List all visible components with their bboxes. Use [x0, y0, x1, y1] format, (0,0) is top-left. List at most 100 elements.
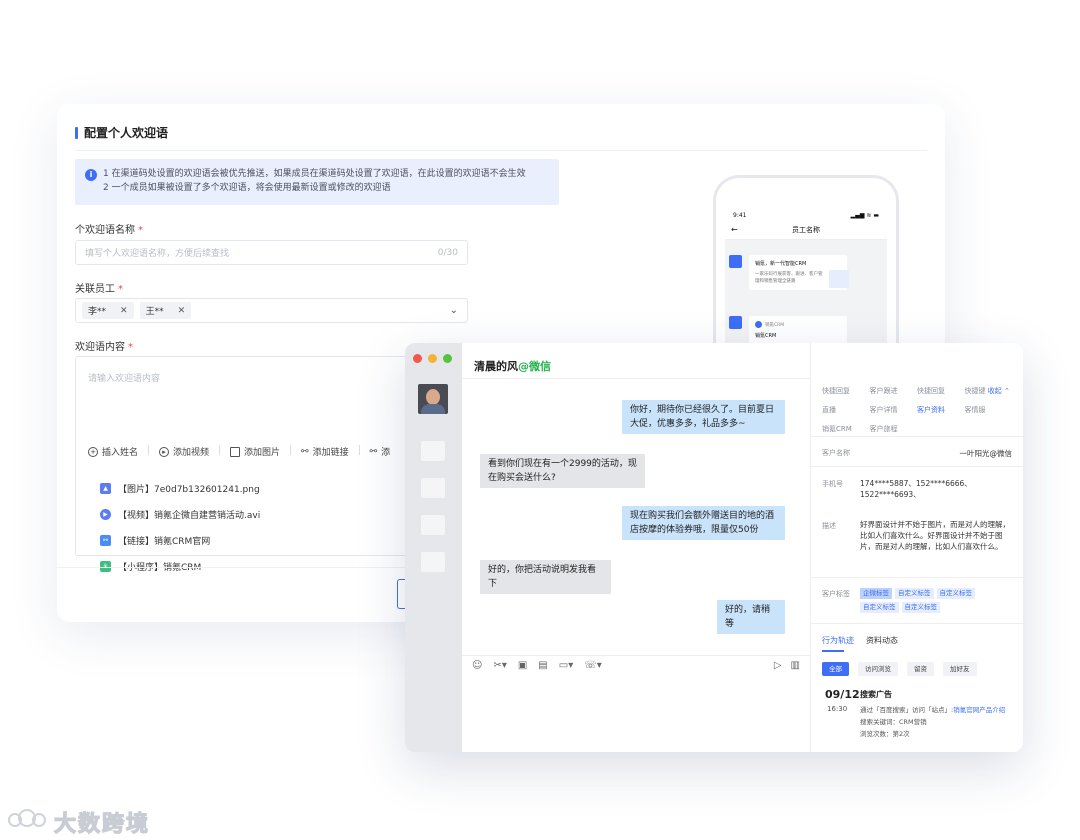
required-mark: *: [118, 284, 123, 295]
timeline-keyword: 搜索关键词：CRM营销: [860, 718, 927, 726]
staff-tag: 王** ✕: [139, 302, 192, 319]
customer-tag[interactable]: 企微标签: [860, 588, 892, 599]
quick-tab[interactable]: 客户跟进: [870, 386, 918, 396]
customer-tag[interactable]: 自定义标签: [936, 588, 975, 599]
close-window-button[interactable]: [413, 354, 422, 363]
customer-name-key: 客户名称: [822, 449, 850, 457]
phone-value: 174****5887、152****6666、1522****6693、: [860, 479, 972, 499]
quick-tab[interactable]: 快捷回复: [822, 386, 870, 396]
filter-chip[interactable]: 留资: [907, 662, 934, 676]
required-mark: *: [128, 342, 133, 353]
sidebar-item[interactable]: [421, 478, 445, 498]
back-arrow-icon[interactable]: ←: [731, 225, 738, 234]
panel-toggle-icon[interactable]: ▥: [791, 660, 800, 671]
maximize-window-button[interactable]: [443, 354, 452, 363]
image-icon[interactable]: ▣: [518, 660, 527, 671]
contact-source: @微信: [518, 360, 551, 373]
stage: 配置个人欢迎语 i 1 在渠道码处设置的欢迎语会被优先推送，如果成员在渠道码处设…: [0, 0, 1080, 840]
play-icon: ▸: [159, 446, 170, 457]
timeline-detail-text: 通过「百度搜索」访问「站点」:: [860, 706, 954, 714]
attachment-list: ▲ 【图片】7e0d7b132601241.png ▶ 【视频】销氪企微自建营销活动…: [100, 475, 260, 579]
toolbar-separator: [219, 445, 221, 455]
phone-key: 手机号: [822, 480, 843, 488]
add-more-button[interactable]: ⚯ 添: [369, 445, 391, 459]
insert-name-button[interactable]: + 插入姓名: [88, 445, 138, 458]
phone-status-bar: 9:41 ▂▄▆ ≋ ▬: [725, 210, 887, 220]
link-card-desc: 一家乐码行展获客、跟进、客户管理和销售管理全链路: [755, 272, 823, 284]
file-icon[interactable]: ▤: [538, 660, 547, 671]
quick-tab[interactable]: 客户旅程: [870, 424, 918, 434]
staff-label-text: 关联员工: [75, 284, 115, 295]
staff-select[interactable]: 李** ✕ 王** ✕ ⌄: [75, 298, 468, 323]
attachment-label: 【视频】销氪企微自建营销活动.avi: [118, 510, 261, 521]
name-counter: 0/30: [437, 247, 458, 258]
attachment-item[interactable]: ▲ 【图片】7e0d7b132601241.png: [100, 475, 260, 501]
welcome-name-input[interactable]: 填写个人欢迎语名称，方便后续查找 0/30: [75, 240, 468, 265]
chat-bubble-outgoing: 现在购买我们会额外赠送目的地的酒店按摩的体验券哦，限量仅50份: [622, 506, 785, 540]
quick-tab[interactable]: 客户详情: [870, 405, 918, 415]
staff-label: 关联员工 *: [75, 280, 123, 295]
phone-time: 9:41: [733, 211, 747, 219]
chevron-down-icon[interactable]: ⌄: [450, 305, 458, 316]
name-label-text: 个欢迎语名称: [75, 225, 135, 236]
active-tab-indicator: [822, 650, 844, 652]
add-image-button[interactable]: 添加图片: [230, 445, 280, 458]
attachment-item[interactable]: ⚯ 【链接】销氪CRM官网: [100, 527, 260, 553]
attachment-label: 【小程序】销氪CRM: [118, 560, 201, 573]
quick-tab[interactable]: 快捷回复: [917, 386, 965, 396]
divider: [811, 436, 1023, 437]
add-video-button[interactable]: ▸ 添加视频: [159, 445, 209, 458]
input-toolbar: ☺ ✂▾ ▣ ▤ ▭▾ ☏▾: [472, 660, 613, 671]
add-video-label: 添加视频: [173, 448, 210, 458]
close-icon[interactable]: ✕: [178, 306, 186, 316]
emoji-icon[interactable]: ☺: [472, 660, 482, 671]
attachment-item[interactable]: ▶ 【视频】销氪企微自建营销活动.avi: [100, 501, 260, 527]
customer-tag[interactable]: 自定义标签: [860, 602, 899, 613]
notice-banner: i 1 在渠道码处设置的欢迎语会被优先推送，如果成员在渠道码处设置了欢迎语，在此…: [75, 159, 559, 205]
sidebar-item[interactable]: [421, 441, 445, 461]
quick-tab[interactable]: 销氪CRM: [822, 424, 870, 434]
tab-behavior[interactable]: 行为轨迹: [822, 635, 854, 646]
avatar[interactable]: [418, 384, 448, 414]
close-icon[interactable]: ✕: [120, 306, 128, 316]
scissors-icon[interactable]: ✂▾: [493, 660, 506, 671]
content-placeholder: 请输入欢迎语内容: [88, 374, 161, 384]
attachment-item[interactable]: ⚘ 【小程序】销氪CRM: [100, 553, 260, 579]
customer-tag[interactable]: 自定义标签: [895, 588, 934, 599]
filter-chip[interactable]: 加好友: [943, 662, 977, 676]
divider: [462, 655, 810, 656]
description-value: 好界面设计并不始于图片，而是对人的理解，比如人们喜欢什么。好界面设计并不始于图片…: [860, 520, 1010, 551]
screen-share-icon[interactable]: ▷: [774, 660, 782, 671]
section-header: 配置个人欢迎语: [75, 124, 168, 141]
phone-nav-bar: ← 员工名称: [725, 220, 887, 240]
divider: [811, 623, 1023, 624]
filter-chip-active[interactable]: 全部: [822, 662, 849, 676]
notice-line-1: 1 在渠道码处设置的欢迎语会被优先推送，如果成员在渠道码处设置了欢迎语，在此设置…: [103, 169, 526, 179]
link-card[interactable]: 销氪，新一代智能CRM 一家乐码行展获客、跟进、客户管理和销售管理全链路: [749, 255, 849, 290]
quick-tab[interactable]: 客情服: [965, 405, 1013, 415]
input-toolbar-right: ▷ ▥: [765, 660, 800, 671]
quick-tab[interactable]: 快捷键 收起 ⌃: [965, 386, 1013, 396]
add-more-label: 添: [381, 448, 391, 458]
phone-icon[interactable]: ☏▾: [584, 660, 602, 671]
toolbar-separator: [358, 445, 360, 455]
notice-line-2: 2 一个成员如果被设置了多个欢迎语，将会使用最新设置或修改的欢迎语: [103, 183, 391, 193]
timeline-link[interactable]: 销氪官网产品介绍: [953, 706, 1005, 714]
link-icon: ⚯: [369, 446, 378, 457]
sidebar-item[interactable]: [421, 552, 445, 572]
folder-icon[interactable]: ▭▾: [559, 660, 573, 671]
tags-key: 客户标签: [822, 590, 850, 598]
quick-tab[interactable]: 直播: [822, 405, 870, 415]
signal-icon: ▂▄▆ ≋ ▬: [850, 211, 879, 219]
quick-tab-active[interactable]: 客户资料: [917, 405, 965, 415]
watermark: 大数跨境: [8, 806, 150, 838]
minimize-window-button[interactable]: [428, 354, 437, 363]
add-link-button[interactable]: ⚯ 添加链接: [301, 445, 349, 459]
collapse-toggle[interactable]: 收起 ⌃: [988, 387, 1010, 395]
divider: [75, 150, 927, 151]
tab-profile[interactable]: 资料动态: [866, 635, 898, 646]
sidebar-item[interactable]: [421, 515, 445, 535]
customer-tag[interactable]: 自定义标签: [901, 602, 940, 613]
add-link-label: 添加链接: [312, 448, 349, 458]
filter-chip[interactable]: 访问浏览: [858, 662, 898, 676]
